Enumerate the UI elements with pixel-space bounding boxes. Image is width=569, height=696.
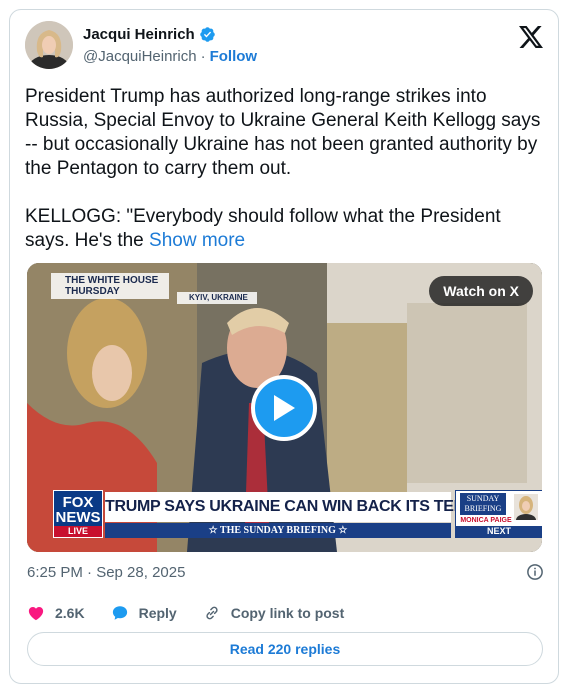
next-show-logo: SUNDAY BRIEFING <box>460 493 506 515</box>
avatar[interactable] <box>25 21 73 69</box>
like-button[interactable]: 2.6K <box>27 604 85 622</box>
play-icon <box>274 395 295 421</box>
post-text: President Trump has authorized long-rang… <box>25 85 545 253</box>
post-body: President Trump has authorized long-rang… <box>25 86 541 251</box>
play-button[interactable] <box>251 375 317 441</box>
news-lower-third: FOX NEWS LIVE TRUMP SAYS UKRAINE CAN WIN… <box>53 490 542 540</box>
x-logo-icon[interactable] <box>519 26 543 48</box>
next-show-host: MONICA PAIGE <box>460 517 512 524</box>
post-timestamp[interactable]: 6:25 PM · Sep 28, 2025 <box>27 564 185 581</box>
news-headline: TRUMP SAYS UKRAINE CAN WIN BACK ITS TERR… <box>105 492 523 522</box>
fox-news-wordmark: FOX NEWS <box>55 494 101 526</box>
action-bar: 2.6K Reply Copy link to post <box>27 604 370 622</box>
separator-dot: · <box>200 48 206 65</box>
copy-link-button[interactable]: Copy link to post <box>203 604 345 622</box>
like-count: 2.6K <box>55 605 85 621</box>
read-replies-button[interactable]: Read 220 replies <box>27 632 543 666</box>
show-name-bar: ☆ THE SUNDAY BRIEFING ☆ <box>105 523 451 538</box>
verified-badge-icon <box>199 27 215 42</box>
watch-on-x-button[interactable]: Watch on X <box>429 276 533 306</box>
location-tag: THE WHITE HOUSE THURSDAY <box>51 273 169 299</box>
show-more-link[interactable]: Show more <box>149 230 245 251</box>
reply-bubble-icon <box>112 606 127 620</box>
live-badge: LIVE <box>54 526 102 537</box>
author-name[interactable]: Jacqui Heinrich <box>83 26 195 43</box>
follow-button[interactable]: Follow <box>210 48 258 65</box>
info-icon[interactable] <box>526 563 544 581</box>
link-icon <box>206 606 218 620</box>
kyiv-tag: KYIV, UKRAINE <box>177 292 257 304</box>
next-label: NEXT <box>456 526 542 537</box>
copy-link-label: Copy link to post <box>230 605 345 621</box>
video-player[interactable]: THE WHITE HOUSE THURSDAY KYIV, UKRAINE W… <box>27 263 542 552</box>
next-show-box: SUNDAY BRIEFING MONICA PAIGE NEXT <box>455 490 542 538</box>
post-card: Jacqui Heinrich @JacquiHeinrich · Follow… <box>9 9 559 684</box>
fox-news-logo: FOX NEWS LIVE <box>53 490 103 538</box>
reply-label: Reply <box>138 605 177 621</box>
heart-icon <box>28 607 44 621</box>
author-handle[interactable]: @JacquiHeinrich <box>83 48 197 65</box>
host-photo <box>514 494 538 520</box>
reply-button[interactable]: Reply <box>111 604 177 622</box>
